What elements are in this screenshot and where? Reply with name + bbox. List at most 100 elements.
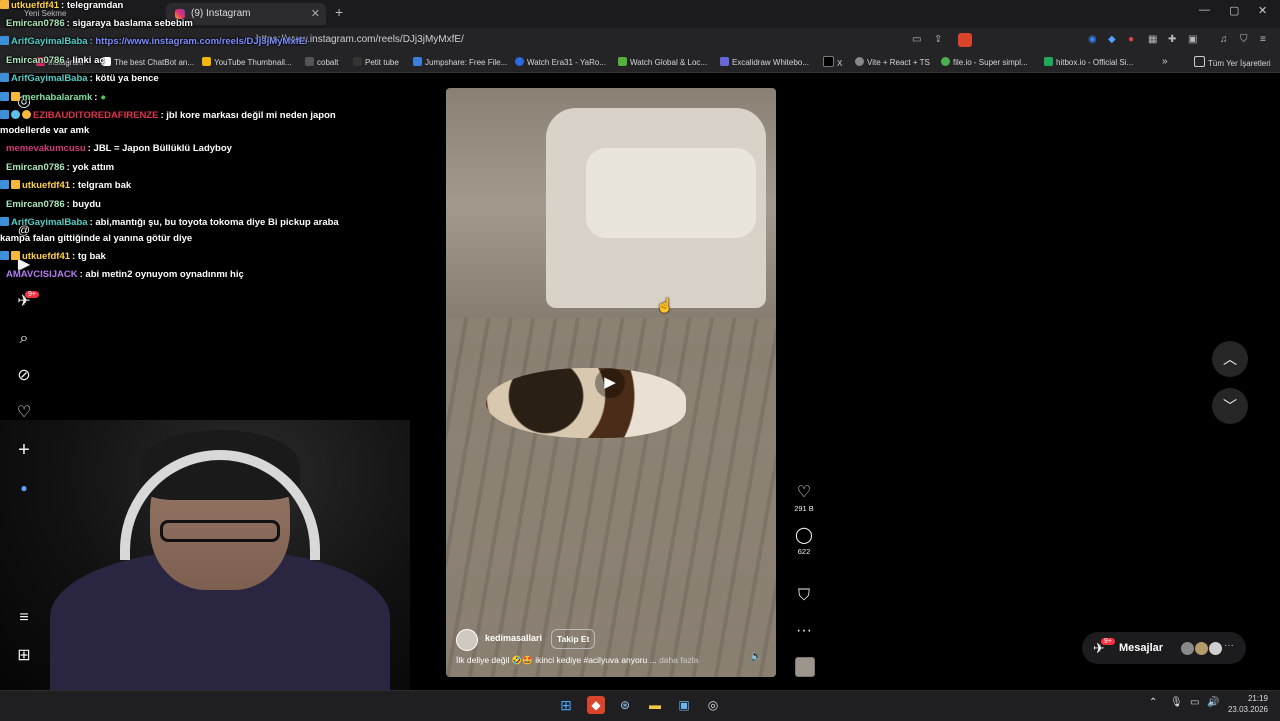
previous-reel-button[interactable]: ︿: [1212, 341, 1248, 377]
more-menu-icon[interactable]: ≡: [14, 608, 34, 628]
search-icon[interactable]: ⌕: [14, 329, 34, 349]
chat-link[interactable]: : https://www.instagram.com/reels/DJj3jM…: [90, 36, 308, 47]
cast-icon[interactable]: ▭: [912, 34, 921, 45]
extensions-puzzle-icon[interactable]: ✚: [1168, 34, 1176, 45]
chat-text: : sigaraya baslama sebebim: [66, 18, 193, 29]
volume-icon[interactable]: 🔈: [750, 651, 762, 662]
badge-icon: [11, 251, 20, 260]
play-icon[interactable]: ▶: [595, 368, 625, 398]
more-options-button[interactable]: ···: [790, 622, 818, 640]
save-button[interactable]: ⛉: [790, 587, 818, 605]
maximize-button[interactable]: ▢: [1229, 4, 1239, 17]
create-plus-icon[interactable]: +: [14, 440, 34, 460]
microphone-icon[interactable]: 🎙: [1170, 697, 1183, 708]
bookmark-item[interactable]: cobalt: [305, 56, 338, 70]
new-tab-button[interactable]: +: [335, 4, 343, 20]
bookmark-label: Watch Global & Loc...: [630, 58, 708, 67]
system-clock[interactable]: 21:19 23.03.2026: [1222, 693, 1268, 715]
chat-username: Emircan0786: [6, 199, 65, 210]
minimize-button[interactable]: —: [1199, 4, 1210, 16]
extension-icon[interactable]: ▦: [1148, 34, 1157, 45]
heart-icon: ♡: [796, 484, 812, 501]
reel-author[interactable]: kedimasallari: [485, 633, 542, 643]
file-explorer-icon[interactable]: ▬: [646, 696, 664, 714]
chat-text: : JBL = Japon Büllüklü Ladyboy: [87, 143, 232, 154]
badge-icon: [22, 110, 31, 119]
bookmark-item[interactable]: Vite + React + TS: [855, 56, 930, 70]
excalidraw-icon: [720, 57, 729, 66]
bookmark-label: YouTube Thumbnail...: [214, 58, 292, 67]
chevron-down-icon: ﹀: [1223, 398, 1237, 414]
steam-icon[interactable]: ⊛: [616, 696, 634, 714]
app-icon[interactable]: ◎: [704, 696, 722, 714]
bookmark-label: X: [837, 59, 843, 68]
chat-message: memevakumcusu: JBL = Japon Büllüklü Lady…: [0, 143, 232, 154]
next-reel-button[interactable]: ﹀: [1212, 388, 1248, 424]
jumpshare-icon: [413, 57, 422, 66]
bookmarks-bar: Instagram The best ChatBot an... YouTube…: [0, 54, 1280, 73]
chat-message: Emircan0786: linki aç: [0, 55, 105, 66]
extension-icon[interactable]: ●: [1128, 34, 1134, 45]
mouse-cursor-icon: ☝: [656, 297, 674, 313]
chat-username: utkuefdf41: [22, 180, 71, 191]
bookmark-item[interactable]: Watch Era31 - YaRo...: [515, 56, 606, 70]
bookmark-label: Vite + React + TS: [867, 58, 930, 67]
close-window-button[interactable]: ✕: [1258, 4, 1267, 17]
brave-browser-icon[interactable]: ◆: [587, 696, 605, 714]
explore-icon[interactable]: ⊘: [14, 366, 34, 386]
like-button[interactable]: ♡ 291 B: [790, 484, 818, 513]
chat-text: : linki aç: [66, 55, 105, 66]
chat-username: ArifGayimalBaba: [11, 36, 88, 47]
bookmark-item[interactable]: YouTube Thumbnail...: [202, 56, 292, 70]
bookmark-item[interactable]: X: [823, 56, 842, 71]
tab-close-icon[interactable]: ✕: [311, 3, 320, 25]
comment-icon: ◯: [795, 527, 813, 544]
menu-icon[interactable]: ≡: [1260, 34, 1266, 45]
author-avatar[interactable]: [456, 629, 478, 651]
chat-username: Emircan0786: [6, 162, 65, 173]
bookmark-item[interactable]: Jumpshare: Free File...: [413, 56, 507, 70]
windows-start-icon[interactable]: ⊞: [557, 696, 575, 714]
bookmark-item[interactable]: Excalidraw Whitebo...: [720, 56, 809, 70]
bookmark-label: Watch Era31 - YaRo...: [527, 58, 606, 67]
bookmarks-overflow-button[interactable]: »: [1162, 55, 1168, 69]
bookmark-item[interactable]: hitbox.io - Official Si...: [1044, 56, 1133, 70]
media-icon[interactable]: ♫: [1220, 34, 1228, 45]
chat-text: : telgram bak: [72, 180, 132, 191]
bookmark-label: Excalidraw Whitebo...: [732, 58, 809, 67]
chat-username: merhabalaramk: [22, 92, 93, 103]
bookmark-label: The best ChatBot an...: [114, 58, 195, 67]
badge-icon: [0, 0, 9, 9]
sidebar-icon[interactable]: ▣: [1188, 34, 1197, 45]
notifications-heart-icon[interactable]: ♡: [14, 403, 34, 423]
chat-username: memevakumcusu: [6, 143, 86, 154]
bookmark-item[interactable]: The best ChatBot an...: [102, 56, 194, 70]
extension-icon[interactable]: ◆: [1108, 34, 1116, 45]
comment-button[interactable]: ◯ 622: [790, 527, 818, 556]
chat-text: : abi metin2 oynuyom oynadınmı hiç: [79, 269, 244, 280]
speaker-icon[interactable]: 🔊: [1207, 697, 1219, 708]
caption-more-link[interactable]: daha fazla: [659, 655, 698, 665]
original-audio-thumbnail[interactable]: [795, 657, 815, 677]
chat-text: : telegramdan: [61, 0, 124, 11]
chat-message-continued: kampa falan gittiğinde al yanına götür d…: [0, 233, 192, 244]
clock-time: 21:19: [1247, 694, 1268, 703]
bookmark-item[interactable]: Petit tube: [353, 56, 399, 70]
chat-message: ArifGayimalBaba: https://www.instagram.c…: [0, 36, 308, 47]
follow-button[interactable]: Takip Et: [551, 629, 596, 649]
all-bookmarks-button[interactable]: Tüm Yer İşaretleri: [1194, 56, 1271, 71]
tray-overflow-icon[interactable]: ⌃: [1149, 697, 1157, 708]
store-icon[interactable]: ▣: [675, 696, 693, 714]
network-icon[interactable]: ▭: [1190, 697, 1199, 708]
vpn-icon[interactable]: ⛉: [1240, 34, 1248, 45]
profile-avatar[interactable]: ●: [14, 478, 34, 498]
audio-playing-icon[interactable]: ◉: [1088, 34, 1097, 45]
bookmark-item[interactable]: file.io - Super simpl...: [941, 56, 1028, 70]
bookmark-item[interactable]: Watch Global & Loc...: [618, 56, 707, 70]
apps-icon[interactable]: ⊞: [14, 646, 34, 666]
brave-shield-icon[interactable]: [958, 33, 972, 47]
avatar: [1208, 641, 1223, 656]
chat-username: EZIBAUDITOREDAFIRENZE: [33, 110, 159, 121]
chat-text: : yok attım: [66, 162, 115, 173]
share-icon[interactable]: ⇪: [934, 34, 942, 45]
